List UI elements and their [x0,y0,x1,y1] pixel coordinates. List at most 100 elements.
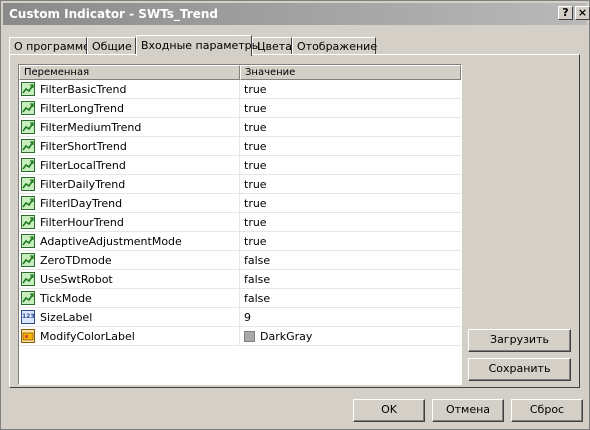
bool-icon [21,253,35,267]
variable-name: FilterHourTrend [40,216,124,229]
window-title: Custom Indicator - SWTs_Trend [9,7,218,21]
bool-icon [21,120,35,134]
variable-name: FilterDailyTrend [40,178,126,191]
variable-value: true [244,159,267,172]
tab-display[interactable]: Отображение [292,37,377,54]
table-row[interactable]: FilterLongTrend true [19,99,461,118]
value-cell[interactable]: 9 [240,308,461,327]
value-cell[interactable]: false [240,251,461,270]
integer-icon: 123 [21,310,35,324]
bool-icon [21,234,35,248]
variable-name: ZeroTDmode [40,254,112,267]
variable-name: FilterLongTrend [40,102,124,115]
variable-cell[interactable]: TickMode [19,289,240,308]
variable-cell[interactable]: FilterLocalTrend [19,156,240,175]
variable-name: FilterMediumTrend [40,121,142,134]
value-cell[interactable]: DarkGray [240,327,461,346]
variable-cell[interactable]: AdaptiveAdjustmentMode [19,232,240,251]
bool-icon [21,196,35,210]
variable-value: true [244,178,267,191]
variable-cell[interactable]: 123 SizeLabel [19,308,240,327]
variable-value: false [244,254,271,267]
save-button[interactable]: Сохранить [468,358,571,381]
cancel-button[interactable]: Отмена [432,399,504,422]
variable-value: true [244,140,267,153]
value-cell[interactable]: true [240,99,461,118]
variable-cell[interactable]: FilterShortTrend [19,137,240,156]
tab-about[interactable]: О программе [9,37,90,54]
variable-cell[interactable]: ModifyColorLabel [19,327,240,346]
table-row[interactable]: AdaptiveAdjustmentMode true [19,232,461,251]
close-button[interactable]: × [575,6,590,20]
value-cell[interactable]: true [240,194,461,213]
column-header-value[interactable]: Значение [240,65,461,80]
variable-cell[interactable]: UseSwtRobot [19,270,240,289]
column-header-variable[interactable]: Переменная [19,65,240,80]
variable-value: true [244,235,267,248]
variable-cell[interactable]: ZeroTDmode [19,251,240,270]
table-row[interactable]: FilterlDayTrend true [19,194,461,213]
bool-icon [21,101,35,115]
variable-value: 9 [244,311,251,324]
tab-inputs[interactable]: Входные параметры [136,35,260,56]
help-button[interactable]: ? [558,6,573,20]
value-cell[interactable]: true [240,232,461,251]
variable-cell[interactable]: FilterlDayTrend [19,194,240,213]
table-row[interactable]: FilterMediumTrend true [19,118,461,137]
table-row[interactable]: ZeroTDmode false [19,251,461,270]
variable-value: true [244,102,267,115]
variable-value: false [244,292,271,305]
custom-indicator-dialog: Custom Indicator - SWTs_Trend ? × О прог… [0,0,590,430]
variable-name: FilterLocalTrend [40,159,126,172]
variable-value: true [244,216,267,229]
variable-cell[interactable]: FilterDailyTrend [19,175,240,194]
value-cell[interactable]: true [240,156,461,175]
table-row[interactable]: ModifyColorLabel DarkGray [19,327,461,346]
tab-common[interactable]: Общие [87,37,136,54]
value-cell[interactable]: false [240,270,461,289]
bool-icon [21,139,35,153]
grid-header: Переменная Значение [19,65,461,80]
variable-value: true [244,197,267,210]
variable-cell[interactable]: FilterLongTrend [19,99,240,118]
table-row[interactable]: UseSwtRobot false [19,270,461,289]
color-icon [21,329,35,343]
value-cell[interactable]: true [240,118,461,137]
table-row[interactable]: FilterHourTrend true [19,213,461,232]
value-cell[interactable]: false [240,289,461,308]
reset-button[interactable]: Сброс [511,399,583,422]
variable-name: UseSwtRobot [40,273,113,286]
variable-cell[interactable]: FilterHourTrend [19,213,240,232]
variable-value: true [244,121,267,134]
variable-name: FilterShortTrend [40,140,127,153]
table-row[interactable]: FilterBasicTrend true [19,80,461,99]
table-row[interactable]: FilterLocalTrend true [19,156,461,175]
value-cell[interactable]: true [240,80,461,99]
bool-icon [21,177,35,191]
parameters-grid: Переменная Значение FilterBasicTrend true… [18,64,462,385]
title-bar: Custom Indicator - SWTs_Trend ? × [3,3,590,25]
grid-rows: FilterBasicTrend true FilterLongTrend true F… [19,80,461,346]
bool-icon [21,215,35,229]
variable-name: FilterlDayTrend [40,197,123,210]
variable-name: FilterBasicTrend [40,83,127,96]
bool-icon [21,272,35,286]
variable-cell[interactable]: FilterMediumTrend [19,118,240,137]
variable-cell[interactable]: FilterBasicTrend [19,80,240,99]
ok-button[interactable]: OK [353,399,425,422]
variable-value: false [244,273,271,286]
variable-name: TickMode [40,292,92,305]
integer-icon-label: 123 [22,313,35,320]
bool-icon [21,82,35,96]
value-cell[interactable]: true [240,137,461,156]
load-button[interactable]: Загрузить [468,329,571,352]
variable-name: AdaptiveAdjustmentMode [40,235,182,248]
table-row[interactable]: FilterShortTrend true [19,137,461,156]
value-cell[interactable]: true [240,175,461,194]
value-cell[interactable]: true [240,213,461,232]
table-row[interactable]: TickMode false [19,289,461,308]
variable-value: DarkGray [260,330,313,343]
variable-value: true [244,83,267,96]
table-row[interactable]: FilterDailyTrend true [19,175,461,194]
table-row[interactable]: 123 SizeLabel 9 [19,308,461,327]
